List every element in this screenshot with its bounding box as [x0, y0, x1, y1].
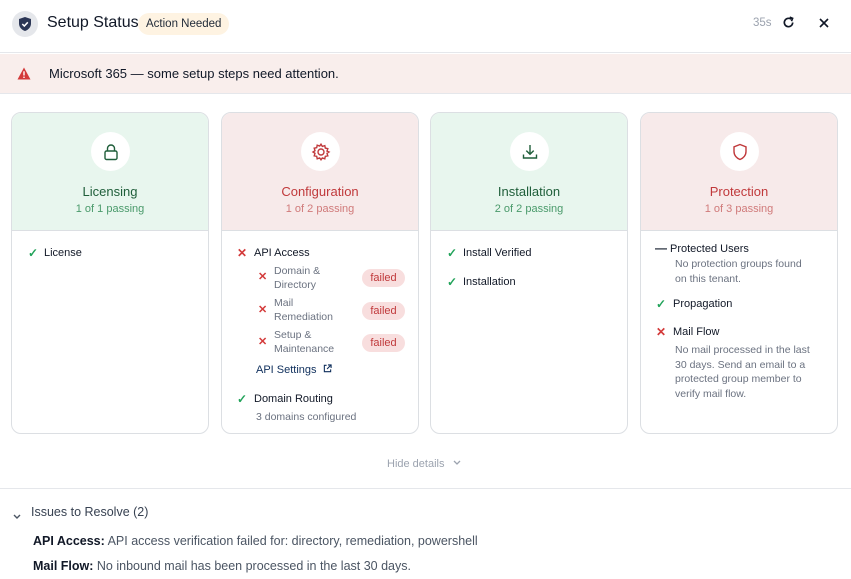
- x-icon: ✕: [258, 271, 268, 283]
- card-title: Licensing: [82, 184, 138, 199]
- subcheck-mail-remediation: Mail Remediation: [274, 296, 333, 324]
- card-progress: 1 of 3 passing: [704, 203, 774, 215]
- check-icon: ✓: [656, 297, 667, 311]
- subcheck-label: Setup &: [274, 329, 312, 341]
- hide-details-toggle[interactable]: Hide details: [387, 457, 461, 470]
- mail-flow-detail: No mail processed in the last 30 days. S…: [675, 343, 810, 401]
- issues-header[interactable]: Issues to Resolve (2): [31, 505, 148, 519]
- shield-icon: [720, 132, 759, 171]
- card-title: Configuration: [281, 184, 359, 199]
- detail-line: verify mail flow.: [675, 387, 747, 400]
- chevron-down-icon[interactable]: [13, 509, 21, 523]
- card-title: Protection: [709, 184, 769, 199]
- alert-banner: Microsoft 365 — some setup steps need at…: [0, 54, 851, 94]
- licensing-card: Licensing 1 of 1 passing ✓ License: [11, 112, 209, 434]
- header-bar: Setup Status Action Needed 35s: [0, 0, 851, 53]
- subcheck-label: Mail: [274, 297, 294, 309]
- subcheck-label: Maintenance: [274, 343, 335, 355]
- download-icon: [510, 132, 549, 171]
- refresh-timer: 35s: [753, 17, 772, 29]
- subcheck-domain-directory: Domain & Directory: [274, 264, 320, 292]
- gear-icon: [301, 132, 340, 171]
- hide-details-label: Hide details: [387, 458, 445, 470]
- page-title: Setup Status: [47, 14, 139, 31]
- check-item-protected-users: Protected Users: [670, 243, 749, 255]
- detail-line: protected group member to: [675, 373, 802, 385]
- configuration-card-header: Configuration 1 of 2 passing: [222, 113, 418, 231]
- issue-item: Mail Flow: No inbound mail has been proc…: [33, 559, 411, 573]
- card-progress: 2 of 2 passing: [494, 203, 564, 215]
- subcheck-setup-maintenance: Setup & Maintenance: [274, 328, 334, 356]
- x-icon: ✕: [237, 246, 248, 260]
- close-button[interactable]: [813, 13, 835, 35]
- detail-line: on this tenant.: [675, 272, 741, 285]
- chevron-down-icon: [453, 457, 461, 469]
- check-item-domain-routing: Domain Routing: [254, 393, 333, 405]
- alert-message: Microsoft 365 — some setup steps need at…: [49, 66, 339, 81]
- dash-icon: —: [655, 241, 667, 255]
- installation-card: Installation 2 of 2 passing ✓ Install Ve…: [430, 112, 628, 434]
- x-icon: ✕: [656, 325, 667, 339]
- issue-text: No inbound mail has been processed in th…: [93, 559, 411, 573]
- lock-icon: [91, 132, 130, 171]
- shield-check-icon: [12, 11, 38, 37]
- detail-line: No mail processed in the last: [675, 344, 810, 356]
- refresh-button[interactable]: [777, 13, 799, 35]
- issue-item: API Access: API access verification fail…: [33, 534, 478, 548]
- subcheck-label: Directory: [274, 279, 317, 291]
- protection-card: Protection 1 of 3 passing — Protected Us…: [640, 112, 838, 434]
- check-item-api-access: API Access: [254, 247, 310, 259]
- detail-line: No protection groups found: [675, 258, 802, 270]
- subcheck-label: Domain &: [274, 265, 321, 277]
- close-icon: [818, 17, 830, 32]
- check-item-install-verified: Install Verified: [463, 247, 532, 259]
- check-item-installation: Installation: [463, 276, 516, 288]
- card-progress: 1 of 1 passing: [75, 203, 145, 215]
- external-link-icon: [323, 364, 332, 376]
- issues-section: Issues to Resolve (2) API Access: API ac…: [0, 488, 851, 579]
- licensing-card-header: Licensing 1 of 1 passing: [12, 113, 208, 231]
- failed-badge: failed: [362, 302, 405, 320]
- issue-label: API Access:: [33, 534, 105, 548]
- x-icon: ✕: [258, 304, 268, 316]
- subcheck-label: Remediation: [274, 311, 333, 323]
- configuration-card: Configuration 1 of 2 passing ✕ API Acces…: [221, 112, 419, 434]
- check-icon: ✓: [447, 275, 458, 289]
- check-icon: ✓: [447, 246, 458, 260]
- check-item-propagation: Propagation: [673, 298, 733, 310]
- protected-users-detail: No protection groups found on this tenan…: [675, 257, 802, 286]
- check-item-mail-flow: Mail Flow: [673, 326, 720, 338]
- status-badge: Action Needed: [138, 13, 230, 35]
- protection-card-header: Protection 1 of 3 passing: [641, 113, 837, 231]
- issue-text: API access verification failed for: dire…: [104, 534, 478, 548]
- detail-line: 30 days. Send an email to a: [675, 358, 806, 371]
- link-label: API Settings: [256, 364, 317, 376]
- check-icon: ✓: [28, 246, 39, 260]
- failed-badge: failed: [362, 269, 405, 287]
- refresh-icon: [782, 16, 795, 32]
- failed-badge: failed: [362, 334, 405, 352]
- domain-routing-detail: 3 domains configured: [256, 411, 357, 423]
- warning-icon: [17, 67, 31, 83]
- check-icon: ✓: [237, 392, 248, 406]
- issue-label: Mail Flow:: [33, 559, 94, 573]
- api-settings-link[interactable]: API Settings: [256, 364, 332, 376]
- installation-card-header: Installation 2 of 2 passing: [431, 113, 627, 231]
- card-title: Installation: [497, 184, 561, 199]
- card-progress: 1 of 2 passing: [285, 203, 355, 215]
- x-icon: ✕: [258, 336, 268, 348]
- check-item-license: License: [44, 247, 82, 259]
